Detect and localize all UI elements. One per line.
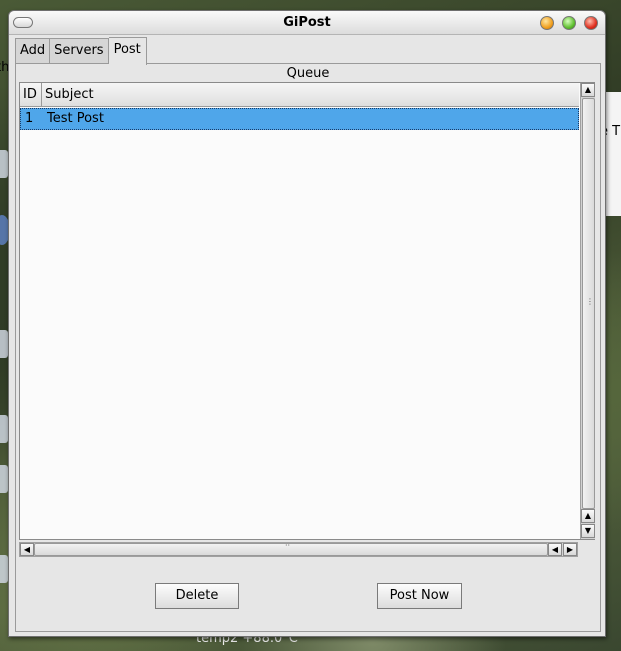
window-title: GiPost bbox=[283, 15, 331, 30]
tab-add[interactable]: Add bbox=[15, 38, 51, 64]
table-row[interactable]: 1 Test Post bbox=[20, 108, 579, 130]
vertical-scrollbar[interactable]: ▲ ⋮ ▲ ▼ bbox=[580, 83, 595, 539]
scroll-right-arrow-icon[interactable]: ▶ bbox=[563, 543, 577, 556]
tab-servers[interactable]: Servers bbox=[50, 38, 109, 64]
queue-label: Queue bbox=[286, 66, 330, 81]
grip-icon: ·· bbox=[285, 541, 291, 550]
tab-bar: Add Servers Post bbox=[15, 37, 147, 65]
scroll-left-arrow-icon[interactable]: ◀ bbox=[548, 543, 562, 556]
list-header: ID Subject bbox=[20, 83, 579, 107]
gipost-window: GiPost Add Servers Post Queue ID Subject… bbox=[8, 10, 606, 637]
row-subject-cell: Test Post bbox=[47, 111, 104, 126]
close-button[interactable] bbox=[584, 16, 598, 30]
maximize-button[interactable] bbox=[562, 16, 576, 30]
tab-post[interactable]: Post bbox=[108, 37, 147, 65]
row-id-cell: 1 bbox=[25, 111, 34, 126]
desktop-icon bbox=[0, 415, 8, 443]
scroll-up-arrow-icon[interactable]: ▲ bbox=[581, 83, 595, 97]
grip-icon: ⋮ bbox=[586, 297, 594, 306]
scroll-up-arrow-icon[interactable]: ▲ bbox=[581, 509, 595, 523]
horizontal-scrollbar[interactable]: ◀ ·· ◀ ▶ bbox=[19, 541, 578, 557]
desktop-icon bbox=[0, 465, 8, 493]
queue-list[interactable]: ID Subject 1 Test Post ▲ ⋮ ▲ ▼ bbox=[19, 82, 595, 540]
vertical-scroll-thumb[interactable]: ⋮ bbox=[582, 98, 595, 509]
desktop-icon bbox=[0, 150, 8, 178]
post-tab-panel: Queue ID Subject 1 Test Post ▲ ⋮ ▲ ▼ ◀ ·… bbox=[15, 63, 601, 632]
minimize-button[interactable] bbox=[540, 16, 554, 30]
background-window-fragment bbox=[604, 92, 621, 216]
column-header-id[interactable]: ID bbox=[20, 83, 42, 107]
desktop-icon bbox=[0, 330, 8, 358]
delete-button[interactable]: Delete bbox=[155, 583, 239, 609]
desktop-icon bbox=[0, 555, 8, 583]
scroll-left-arrow-icon[interactable]: ◀ bbox=[20, 543, 34, 556]
column-header-subject[interactable]: Subject bbox=[42, 83, 579, 107]
horizontal-scroll-thumb[interactable]: ·· bbox=[34, 541, 548, 556]
scroll-down-arrow-icon[interactable]: ▼ bbox=[581, 524, 595, 538]
post-now-button[interactable]: Post Now bbox=[377, 583, 462, 609]
title-bar[interactable]: GiPost bbox=[9, 11, 605, 35]
